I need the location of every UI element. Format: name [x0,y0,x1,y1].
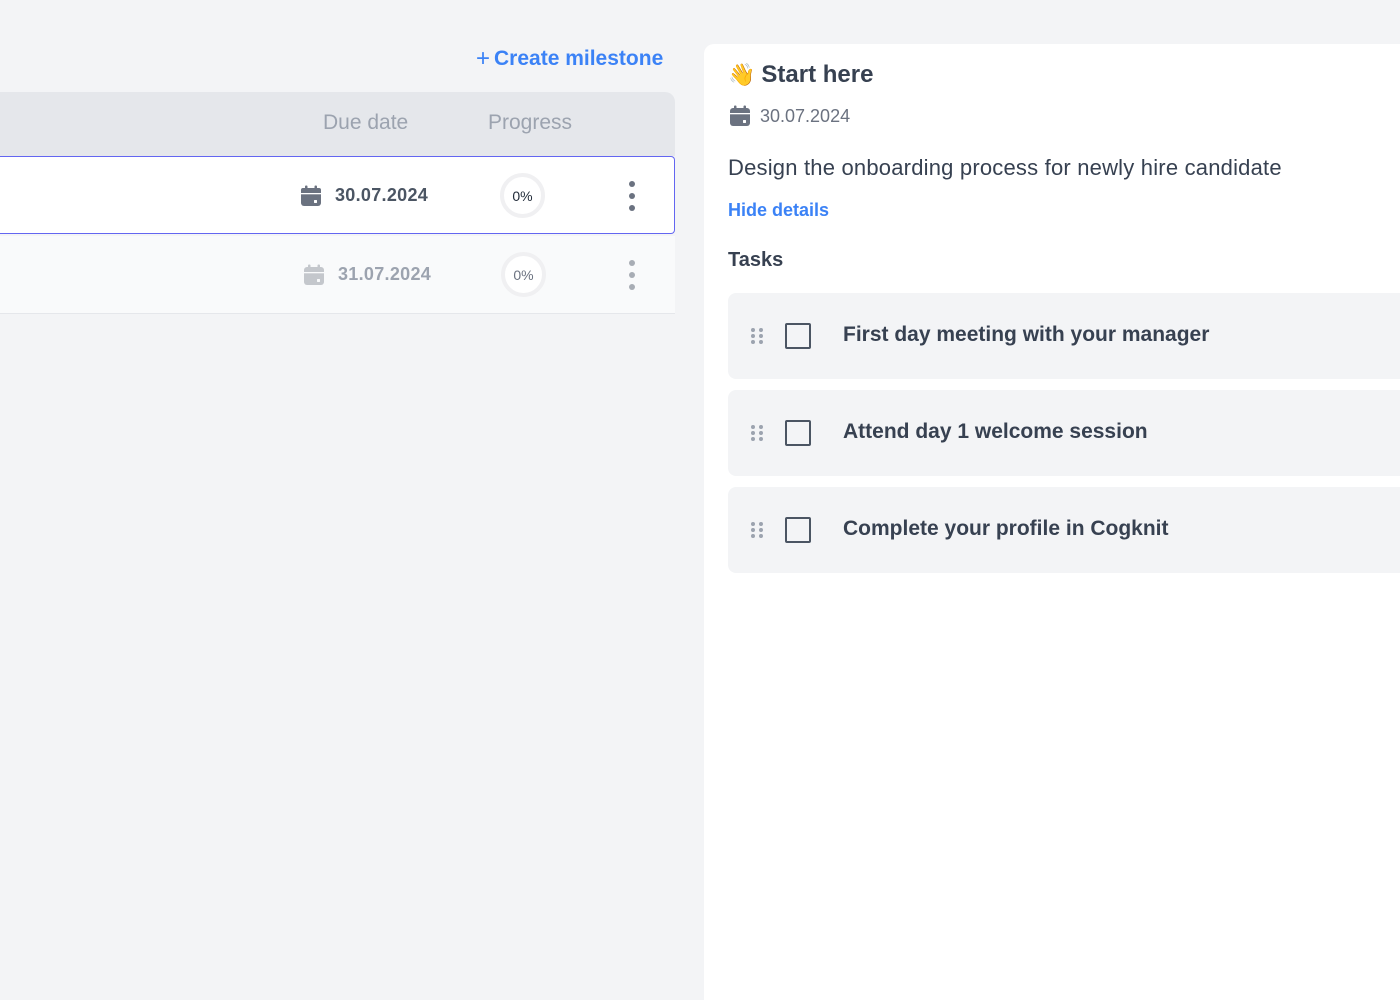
drag-handle-icon[interactable] [750,424,764,442]
milestone-due-date: 30.07.2024 [335,185,429,205]
create-milestone-label: Create milestone [494,47,664,70]
column-header-progress[interactable]: Progress [488,111,572,135]
column-header-due-date[interactable]: Due date [323,111,408,135]
drag-handle-icon[interactable] [750,327,764,345]
waving-hand-icon: 👋 [728,62,756,87]
milestone-date: 30.07.2024 [728,104,850,128]
progress-ring: 0% [500,173,545,218]
drag-handle-icon[interactable] [750,521,764,539]
milestone-date-text: 30.07.2024 [760,105,851,126]
milestone-due-date: 31.07.2024 [338,264,432,284]
task-item[interactable]: First day meeting with your manager [728,293,1400,379]
milestones-page: + Create milestone Due date Progress 30.… [0,0,1400,1000]
progress-value: 0% [512,187,533,204]
task-label: Attend day 1 welcome session [843,420,1148,443]
milestone-details-panel: 👋 Start here 30.07.2024 Design the onboa… [704,44,1400,1000]
progress-ring: 0% [501,252,546,297]
plus-icon: + [476,45,491,72]
create-milestone-button[interactable]: + Create milestone [476,44,663,74]
more-options-icon[interactable] [626,260,638,290]
task-checkbox[interactable] [785,517,811,543]
milestone-title: 👋 Start here [728,61,873,89]
more-options-icon[interactable] [626,181,638,211]
task-checkbox[interactable] [785,420,811,446]
calendar-icon [730,105,750,126]
tasks-heading: Tasks [728,249,784,271]
task-checkbox[interactable] [785,323,811,349]
milestone-title-text: Start here [761,61,874,88]
task-item[interactable]: Attend day 1 welcome session [728,390,1400,476]
task-label: First day meeting with your manager [843,323,1210,346]
task-item[interactable]: Complete your profile in Cogknit [728,487,1400,573]
milestone-table-header: Due date Progress [0,92,675,156]
calendar-icon [301,185,321,206]
milestone-description: Design the onboarding process for newly … [728,155,1282,180]
task-label: Complete your profile in Cogknit [843,517,1169,540]
hide-details-link[interactable]: Hide details [728,200,829,221]
milestone-row-selected[interactable]: 30.07.2024 0% [0,156,675,234]
progress-value: 0% [513,266,534,283]
milestone-row[interactable]: 31.07.2024 0% [0,236,675,314]
calendar-icon [304,264,324,285]
